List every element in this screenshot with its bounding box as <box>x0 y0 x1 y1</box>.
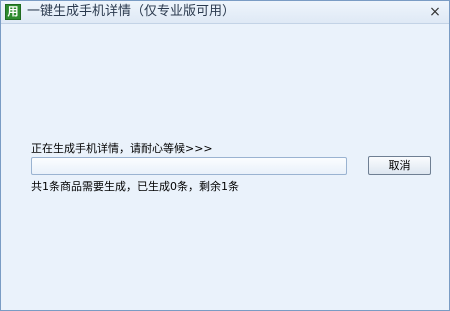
progress-summary: 共1条商品需要生成，已生成0条，剩余1条 <box>31 180 239 193</box>
title-bar: 用 一键生成手机详情（仅专业版可用） × <box>1 1 449 24</box>
window-title: 一键生成手机详情（仅专业版可用） <box>27 4 236 19</box>
cancel-button[interactable]: 取消 <box>368 156 431 175</box>
progress-bar <box>31 157 347 175</box>
close-icon[interactable]: × <box>427 3 443 21</box>
app-icon: 用 <box>5 4 21 20</box>
dialog-window: 用 一键生成手机详情（仅专业版可用） × 正在生成手机详情，请耐心等候>>> 取… <box>0 0 450 311</box>
status-message: 正在生成手机详情，请耐心等候>>> <box>31 142 213 155</box>
